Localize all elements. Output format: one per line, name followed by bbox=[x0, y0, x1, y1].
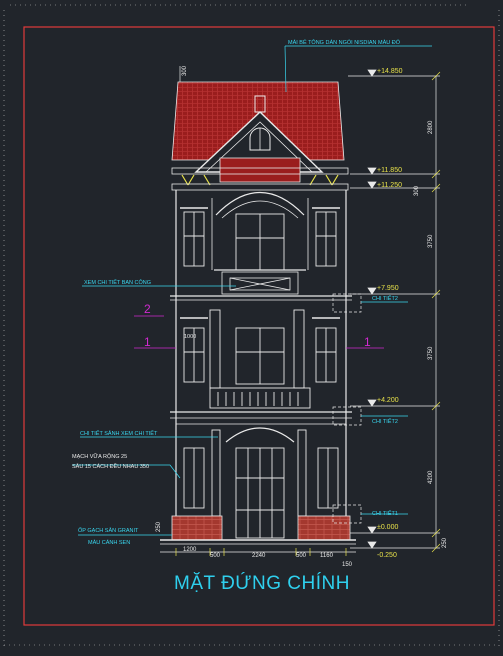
elevation-drawing: MÁI BÊ TÔNG DÁN NGÓI NISDIAN MÀU ĐỎ XEM … bbox=[3, 4, 500, 646]
dimension-label: 500 bbox=[296, 553, 307, 559]
granite-note-2: MÀU CÁNH SEN bbox=[88, 539, 130, 546]
dimension-label: 1160 bbox=[320, 553, 334, 559]
detail-2-label-a: CHI TIẾT2 bbox=[372, 295, 398, 302]
dimension-label: 500 bbox=[210, 553, 221, 559]
facade-structure bbox=[170, 190, 352, 540]
level-labels: +14.850 +11.850 +11.250 +7.950 +4.200 ±0… bbox=[377, 68, 403, 559]
level-markers bbox=[348, 69, 440, 549]
level-label: -0.250 bbox=[377, 552, 397, 559]
grid-label-1-right: 1 bbox=[364, 335, 371, 349]
dimension-label: 3750 bbox=[428, 346, 434, 360]
balcony-note: XEM CHI TIẾT BAN CÔNG bbox=[84, 279, 151, 286]
third-floor-windows bbox=[180, 207, 340, 271]
grid-label-1-left: 1 bbox=[144, 335, 151, 349]
second-floor bbox=[180, 309, 340, 409]
detail-callouts bbox=[332, 293, 362, 524]
dimension-label: 250 bbox=[442, 537, 448, 548]
horizontal-dimension-labels: 1200 500 2240 500 1160 150 bbox=[183, 547, 353, 568]
level-label: +11.850 bbox=[377, 167, 402, 174]
level-label: +14.850 bbox=[377, 68, 403, 75]
lobby-note: CHI TIẾT SẢNH XEM CHI TIẾT bbox=[80, 430, 158, 437]
dimension-label: 300 bbox=[414, 185, 420, 196]
third-floor-balcony bbox=[214, 269, 306, 295]
drawing-title: MẶT ĐỨNG CHÍNH bbox=[174, 572, 350, 594]
granite-note-1: ỐP GẠCH SÂN GRANIT bbox=[78, 527, 139, 534]
dimension-label: 3750 bbox=[428, 234, 434, 248]
grid-label-2: 2 bbox=[144, 302, 151, 316]
detail-2-label-b: CHI TIẾT2 bbox=[372, 418, 398, 425]
dimension-label: 2800 bbox=[428, 120, 434, 134]
dimension-label: 4200 bbox=[428, 470, 434, 484]
dimension-label: 1200 bbox=[183, 547, 197, 553]
roof-note: MÁI BÊ TÔNG DÁN NGÓI NISDIAN MÀU ĐỎ bbox=[288, 38, 401, 46]
roof bbox=[171, 81, 349, 191]
dimension-label: 250 bbox=[156, 521, 162, 532]
small-dimension-label: 1000 bbox=[184, 334, 196, 340]
dimension-label: 2240 bbox=[252, 553, 266, 559]
joint-note-2: SÂU 15 CÁCH ĐỀU NHAU 350 bbox=[72, 463, 149, 470]
dimension-label: 150 bbox=[342, 562, 353, 568]
grid-axis-labels: 2 1 1 bbox=[144, 302, 371, 349]
level-label: +4.200 bbox=[377, 397, 399, 404]
detail-1-label: CHI TIẾT1 bbox=[372, 510, 398, 517]
level-label: +7.950 bbox=[377, 285, 399, 292]
level-label: +11.250 bbox=[377, 182, 402, 189]
granite-base bbox=[160, 515, 356, 545]
dimension-label: 300 bbox=[182, 65, 188, 76]
level-label: ±0.000 bbox=[377, 524, 398, 531]
joint-note-1: MẠCH VỮA RỘNG 25 bbox=[72, 453, 127, 460]
